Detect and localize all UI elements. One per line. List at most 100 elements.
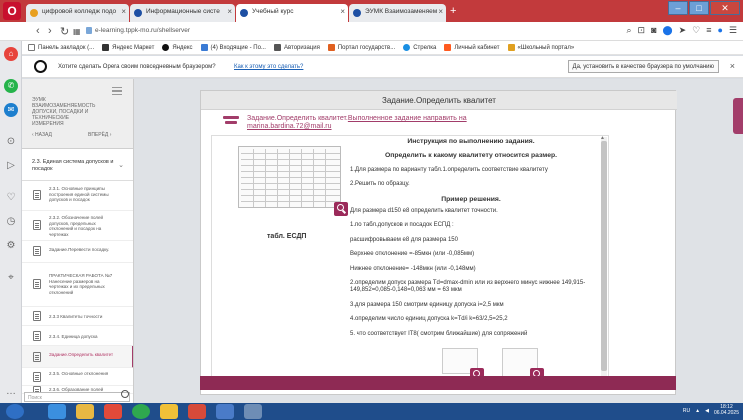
opera-taskbar-icon[interactable] bbox=[104, 404, 122, 419]
history-icon[interactable]: ⊙ bbox=[4, 135, 18, 149]
camera-icon[interactable]: ◙ bbox=[651, 25, 656, 36]
profile-icon[interactable]: ● bbox=[717, 25, 722, 36]
home-icon[interactable]: ⌂ bbox=[4, 47, 18, 61]
back-arrow-icon[interactable]: ‹ bbox=[36, 25, 40, 37]
tab-3[interactable]: ЭУМК Взаимозаменяем × bbox=[349, 4, 446, 22]
office-icon[interactable] bbox=[188, 404, 206, 419]
reload-icon[interactable]: ↻ bbox=[60, 25, 69, 38]
bookmark-item[interactable]: Панель закладок (... bbox=[28, 44, 94, 51]
tab-close-icon[interactable]: × bbox=[227, 7, 232, 16]
bookmark-item[interactable]: (4) Входящие - По... bbox=[200, 44, 266, 51]
minimize-icon[interactable]: – bbox=[668, 1, 688, 15]
messenger-icon[interactable]: ✉ bbox=[4, 103, 18, 117]
clock-icon[interactable]: ◷ bbox=[4, 215, 18, 229]
network-icon[interactable]: ▲ bbox=[695, 408, 700, 414]
instruction-line: 1.Для размера по варианту табл.1.определ… bbox=[350, 166, 548, 173]
nav-item[interactable]: 2.3.4. Единица допуска bbox=[22, 326, 133, 346]
scroll-thumb[interactable] bbox=[601, 141, 607, 371]
speed-dial-grid-icon[interactable]: ▦ bbox=[73, 27, 81, 36]
tab-label: Учебный курс bbox=[252, 8, 294, 15]
notice-link[interactable]: Как к этому это сделать? bbox=[234, 64, 303, 70]
nav-item[interactable]: 2.3.3 Квалитеты точности bbox=[22, 307, 133, 326]
cabinet-icon bbox=[444, 44, 452, 51]
window-close-icon[interactable]: ✕ bbox=[710, 1, 740, 15]
send-icon[interactable]: ➤ bbox=[679, 25, 687, 36]
favorites-heart-icon[interactable]: ♡ bbox=[4, 191, 18, 205]
side-panel-tab[interactable] bbox=[733, 98, 743, 134]
forward-arrow-icon[interactable]: › bbox=[48, 25, 52, 37]
bookmarks-bar: Панель закладок (... Яндекс Маркет Яндек… bbox=[22, 41, 743, 55]
tab-close-icon[interactable]: × bbox=[438, 7, 443, 16]
nav-item[interactable]: 2.3.2. Обозначение полей допусков, преде… bbox=[22, 211, 133, 241]
url-input[interactable]: e-learning.tppk-mo.ru/shellserver bbox=[95, 27, 190, 34]
next-button[interactable]: ВПЕРЁД › bbox=[88, 132, 111, 138]
maximize-icon[interactable]: □ bbox=[689, 1, 709, 15]
set-default-button[interactable]: Да, установить в качестве браузера по ум… bbox=[567, 60, 719, 73]
esdp-table-thumbnail[interactable] bbox=[238, 146, 341, 208]
search-icon[interactable]: ⌕ bbox=[626, 25, 631, 36]
start-button-icon[interactable] bbox=[6, 404, 24, 419]
course-search-input[interactable]: Поиск bbox=[24, 392, 130, 402]
ie-browser-icon[interactable] bbox=[48, 404, 66, 419]
task-content-frame: табл. ЕСДП Инструкция по выполнению зада… bbox=[211, 135, 609, 386]
volume-icon[interactable]: ◀ bbox=[705, 408, 709, 414]
location-pin-icon[interactable]: ⌖ bbox=[4, 271, 18, 285]
task-submit-link[interactable]: Выполненное задание направить на bbox=[348, 115, 467, 122]
document-icon bbox=[33, 331, 41, 341]
task-email-link[interactable]: marina.bardina.72@mail.ru bbox=[247, 123, 332, 130]
vpn-shield-icon[interactable]: ⬤ bbox=[663, 25, 673, 36]
whatsapp-icon[interactable]: ✆ bbox=[4, 79, 18, 93]
chrome-icon[interactable] bbox=[132, 404, 150, 419]
mail-icon bbox=[200, 44, 208, 51]
media-player-icon[interactable] bbox=[216, 404, 234, 419]
tab-close-icon[interactable]: × bbox=[121, 7, 126, 16]
vertical-scrollbar[interactable]: ▲ ▼ bbox=[600, 136, 607, 385]
table-caption: табл. ЕСДП bbox=[267, 233, 307, 240]
main-content: Задание.Определить квалитет Задание.Опре… bbox=[134, 79, 743, 403]
task-list-icon bbox=[223, 116, 239, 128]
nav-item[interactable]: 2.3.1. Основные принципы построения един… bbox=[22, 182, 133, 211]
notice-close-icon[interactable]: × bbox=[730, 61, 735, 71]
bookmark-item[interactable]: «Школьный портал» bbox=[507, 44, 574, 51]
tab-2[interactable]: Учебный курс × bbox=[236, 4, 348, 22]
opera-o-icon bbox=[34, 60, 47, 73]
opera-logo-icon[interactable]: O bbox=[3, 2, 21, 20]
app-window-icon[interactable] bbox=[244, 404, 262, 419]
section-header[interactable]: 2.3. Единая система допусков и посадок ⌄ bbox=[22, 151, 133, 181]
file-explorer-icon[interactable] bbox=[76, 404, 94, 419]
screenshot-icon[interactable]: ⊡ bbox=[638, 25, 646, 36]
easy-setup-icon[interactable]: ≡ bbox=[706, 25, 711, 36]
nav-item-label: 2.3.4. Единица допуска bbox=[49, 334, 98, 339]
instruction-line: 2.определим допуск размера Td=dmax-dmin … bbox=[350, 280, 586, 294]
tab-close-icon[interactable]: × bbox=[340, 7, 345, 16]
instruction-line: 2.Решить по образцу. bbox=[350, 181, 410, 188]
settings-gear-icon[interactable]: ⚙ bbox=[4, 239, 18, 253]
nav-item[interactable]: ПРАКТИЧЕСКАЯ РАБОТА №7 Нанесение размеро… bbox=[22, 263, 133, 307]
nav-item-active[interactable]: Задание.Определить квалитет bbox=[22, 346, 133, 368]
bookmark-item[interactable]: Авторизация bbox=[273, 44, 320, 51]
bookmark-item[interactable]: Яндекс bbox=[162, 44, 193, 51]
more-dots-icon[interactable]: … bbox=[4, 385, 18, 399]
bookmark-item[interactable]: Стрелка bbox=[403, 44, 436, 51]
yandex-browser-icon[interactable] bbox=[160, 404, 178, 419]
document-icon bbox=[33, 279, 41, 289]
language-indicator[interactable]: RU bbox=[683, 408, 690, 414]
heart-icon[interactable]: ♡ bbox=[692, 25, 700, 36]
player-icon[interactable]: ▷ bbox=[4, 159, 18, 173]
bookmark-item[interactable]: Яндекс Маркет bbox=[102, 44, 154, 51]
bookmark-item[interactable]: Портал государств... bbox=[327, 44, 395, 51]
prev-button[interactable]: ‹ НАЗАД bbox=[32, 132, 52, 138]
gosuslugi-icon bbox=[327, 44, 335, 51]
tab-1[interactable]: Информационные систе × bbox=[130, 4, 235, 22]
hamburger-menu-icon[interactable] bbox=[112, 87, 122, 95]
bookmark-item[interactable]: Личный кабинет bbox=[444, 44, 500, 51]
search-icon[interactable] bbox=[121, 390, 129, 398]
new-tab-plus-icon[interactable]: + bbox=[450, 5, 456, 17]
chevron-down-icon[interactable]: ⌄ bbox=[118, 161, 124, 169]
menu-icon[interactable]: ☰ bbox=[729, 25, 737, 36]
zoom-magnifier-icon[interactable] bbox=[334, 202, 348, 216]
tab-0[interactable]: цифровой колледж подо × bbox=[26, 4, 129, 22]
nav-item[interactable]: Задание.Перевести посадку. bbox=[22, 241, 133, 263]
nav-item[interactable]: 2.3.5. Основные отклонения bbox=[22, 368, 133, 386]
clock[interactable]: 18:12 06.04.2025 bbox=[714, 404, 739, 416]
